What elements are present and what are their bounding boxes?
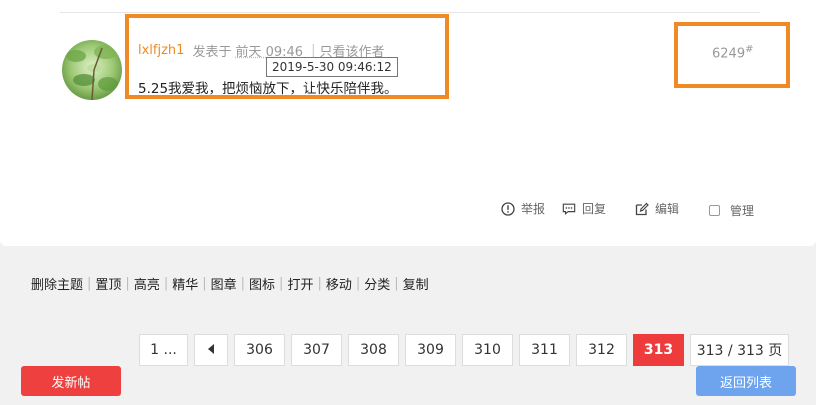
new-post-button[interactable]: 发新帖 bbox=[21, 366, 121, 396]
floor-suffix: # bbox=[745, 44, 754, 55]
edit-label: 编辑 bbox=[655, 202, 680, 216]
user-avatar[interactable] bbox=[62, 40, 122, 100]
edit-pencil-icon bbox=[635, 202, 649, 216]
page-306[interactable]: 306 bbox=[234, 334, 285, 366]
reply-action[interactable]: 回复 bbox=[562, 200, 606, 217]
moderation-toolbar: 删除主题 | 置顶 | 高亮 | 精华 | 图章 | 图标 | 打开 | 移动 … bbox=[31, 274, 429, 293]
mod-open[interactable]: 打开 bbox=[287, 274, 313, 293]
mod-digest[interactable]: 精华 bbox=[172, 274, 198, 293]
mod-move[interactable]: 移动 bbox=[326, 274, 352, 293]
mod-pipe: | bbox=[125, 276, 130, 291]
meta-separator: | bbox=[311, 43, 316, 58]
triangle-left-icon bbox=[207, 342, 215, 358]
post-content: 5.25我爱我，把烦恼放下，让快乐陪伴我。 bbox=[138, 81, 398, 97]
manage-action[interactable]: 管理 bbox=[709, 202, 754, 219]
mod-pipe: | bbox=[240, 276, 246, 291]
author-name-link[interactable]: lxlfjzh1 bbox=[138, 43, 184, 58]
page-total[interactable]: 313 / 313 页 bbox=[690, 334, 789, 366]
page-prev[interactable] bbox=[194, 334, 228, 366]
mod-pipe: | bbox=[163, 276, 169, 291]
report-label: 举报 bbox=[521, 202, 546, 216]
mod-pipe: | bbox=[202, 276, 207, 291]
page-308[interactable]: 308 bbox=[348, 334, 399, 366]
manage-label: 管理 bbox=[730, 204, 755, 218]
chat-bubble-icon bbox=[562, 202, 576, 216]
mod-stamp[interactable]: 图章 bbox=[211, 274, 237, 293]
mod-pipe: | bbox=[279, 276, 284, 291]
mod-pipe: | bbox=[355, 276, 361, 291]
mod-highlight[interactable]: 高亮 bbox=[134, 274, 160, 293]
mod-category[interactable]: 分类 bbox=[364, 274, 390, 293]
reply-label: 回复 bbox=[582, 202, 607, 216]
pagination: 1 ... 306 307 308 309 310 311 312 313 31… bbox=[139, 334, 789, 366]
mod-copy[interactable]: 复制 bbox=[403, 274, 429, 293]
datetime-tooltip: 2019-5-30 09:46:12 bbox=[266, 57, 398, 77]
warning-circle-icon bbox=[501, 201, 515, 216]
mod-delete-thread[interactable]: 删除主题 bbox=[31, 274, 83, 293]
page-309[interactable]: 309 bbox=[405, 334, 456, 366]
page-311[interactable]: 311 bbox=[519, 334, 570, 366]
page-312[interactable]: 312 bbox=[576, 334, 627, 366]
page-current[interactable]: 313 bbox=[633, 334, 684, 366]
mod-pipe: | bbox=[317, 276, 322, 291]
mod-icon[interactable]: 图标 bbox=[249, 274, 275, 293]
mod-pipe: | bbox=[87, 276, 92, 291]
manage-checkbox[interactable] bbox=[709, 205, 720, 216]
floor-number-value: 6249 bbox=[712, 46, 746, 62]
page-310[interactable]: 310 bbox=[462, 334, 513, 366]
back-to-list-button[interactable]: 返回列表 bbox=[696, 366, 796, 396]
posted-label: 发表于 bbox=[192, 45, 232, 60]
divider bbox=[60, 12, 760, 13]
mod-pin[interactable]: 置顶 bbox=[95, 274, 121, 293]
mod-pipe: | bbox=[394, 276, 399, 291]
post-card: lxlfjzh1 发表于 前天 09:46 | 只看该作者 2019-5-30 … bbox=[0, 0, 816, 246]
report-action[interactable]: 举报 bbox=[501, 200, 545, 217]
floor-number[interactable]: 6249# bbox=[712, 44, 753, 61]
page-first[interactable]: 1 ... bbox=[139, 334, 188, 366]
page-307[interactable]: 307 bbox=[291, 334, 342, 366]
edit-action[interactable]: 编辑 bbox=[635, 200, 679, 217]
